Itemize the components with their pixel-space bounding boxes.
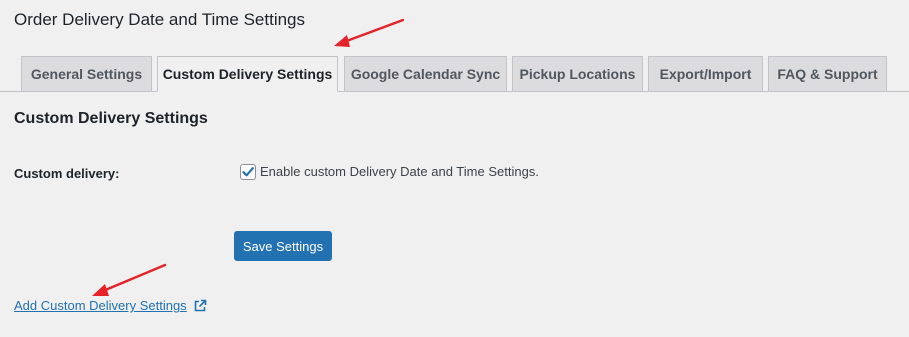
tab-custom-delivery-settings[interactable]: Custom Delivery Settings (157, 56, 338, 92)
checkmark-icon (242, 167, 254, 177)
tab-export-import[interactable]: Export/Import (648, 56, 763, 91)
tab-pickup-locations[interactable]: Pickup Locations (512, 56, 643, 91)
enable-custom-delivery-label[interactable]: Enable custom Delivery Date and Time Set… (260, 163, 539, 181)
custom-delivery-option: Enable custom Delivery Date and Time Set… (240, 163, 539, 181)
settings-tabs: General Settings Custom Delivery Setting… (0, 56, 909, 92)
enable-custom-delivery-checkbox[interactable] (240, 164, 256, 180)
tab-general-settings[interactable]: General Settings (21, 56, 152, 91)
custom-delivery-label: Custom delivery: (14, 166, 120, 181)
page-title: Order Delivery Date and Time Settings (14, 10, 306, 29)
save-settings-button[interactable]: Save Settings (234, 231, 332, 261)
section-title: Custom Delivery Settings (14, 110, 208, 127)
external-link-icon[interactable] (193, 299, 207, 313)
add-custom-delivery-link[interactable]: Add Custom Delivery Settings (14, 297, 207, 315)
tab-faq-support[interactable]: FAQ & Support (768, 56, 887, 91)
add-custom-delivery-link-label[interactable]: Add Custom Delivery Settings (14, 297, 187, 315)
tab-google-calendar-sync[interactable]: Google Calendar Sync (344, 56, 507, 91)
